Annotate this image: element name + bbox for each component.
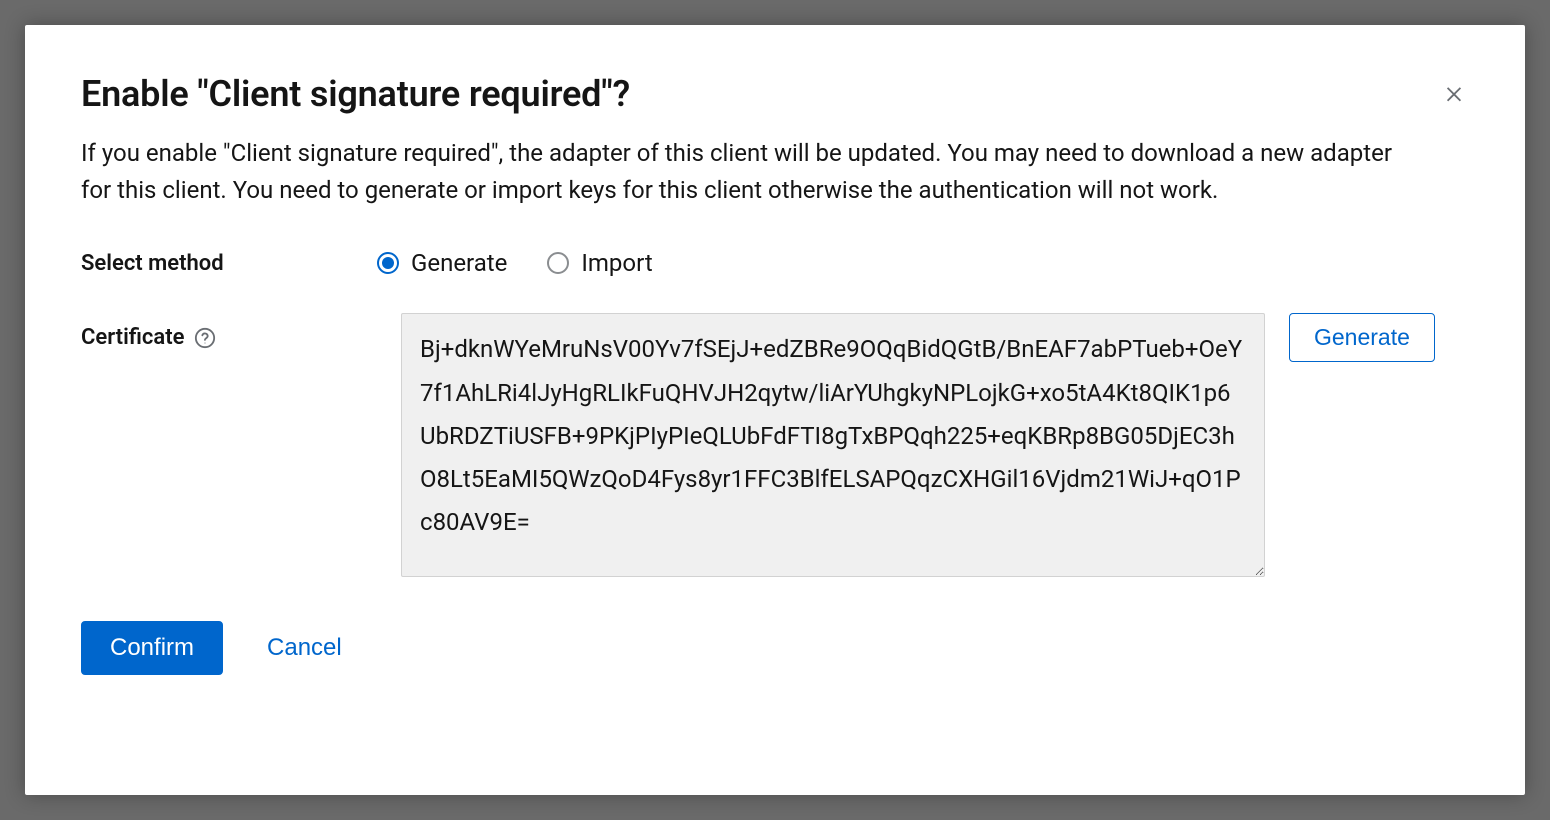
select-method-row: Select method Generate Import: [81, 249, 1469, 277]
select-method-label: Select method: [81, 249, 377, 276]
radio-label-import: Import: [581, 249, 652, 277]
dialog-description: If you enable "Client signature required…: [81, 135, 1401, 209]
dialog-header: Enable "Client signature required"?: [81, 73, 1469, 115]
confirm-dialog: Enable "Client signature required"? If y…: [25, 25, 1525, 795]
generate-column: Generate: [1289, 313, 1469, 362]
certificate-label: Certificate: [81, 313, 377, 350]
dialog-footer: Confirm Cancel: [81, 621, 1469, 675]
certificate-row: Certificate Generate: [81, 313, 1469, 577]
dialog-title: Enable "Client signature required"?: [81, 73, 630, 115]
certificate-label-text: Certificate: [81, 325, 184, 350]
close-icon: [1443, 79, 1465, 110]
certificate-textarea[interactable]: [401, 313, 1265, 577]
radio-option-import[interactable]: Import: [547, 249, 652, 277]
help-icon[interactable]: [194, 327, 216, 349]
generate-button[interactable]: Generate: [1289, 313, 1435, 362]
method-radio-group: Generate Import: [377, 249, 653, 277]
close-button[interactable]: [1439, 77, 1469, 113]
cancel-button[interactable]: Cancel: [267, 634, 342, 662]
background-content: [0, 0, 25, 820]
confirm-button[interactable]: Confirm: [81, 621, 223, 675]
radio-option-generate[interactable]: Generate: [377, 249, 507, 277]
radio-label-generate: Generate: [411, 249, 507, 277]
radio-icon: [547, 252, 569, 274]
radio-icon: [377, 252, 399, 274]
